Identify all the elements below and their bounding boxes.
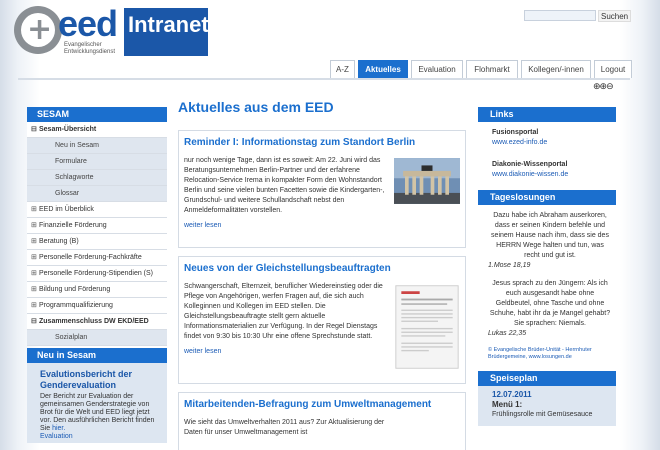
intranet-label: Intranet [124, 8, 209, 56]
sesam-subitem[interactable]: Neu in Sesam [27, 138, 167, 154]
tageslosungen-box: Dazu habe ich Abraham auserkoren, dass e… [478, 205, 616, 367]
expand-icon[interactable]: ⊞ [31, 234, 39, 250]
tab-logout[interactable]: Logout [594, 60, 632, 78]
page-title: Aktuelles aus dem EED [178, 99, 334, 115]
verse-reference: 1.Mose 18,19 [488, 262, 531, 269]
article-card: Reminder I: Informationstag zum Standort… [178, 130, 466, 248]
article-title[interactable]: Mitarbeitenden-Befragung zum Umweltmanag… [184, 398, 460, 412]
verse-reference: Lukas 22,35 [488, 330, 527, 337]
search-button[interactable]: Suchen [598, 10, 632, 22]
article-text: Schwangerschaft, Elternzeit, beruflicher… [184, 283, 383, 340]
sesam-nav-item[interactable]: ⊟ Sesam-Übersicht [27, 122, 167, 138]
sesam-nav-label: Finanzielle Förderung [39, 222, 107, 229]
tab-aktuelles[interactable]: Aktuelles [358, 60, 408, 78]
sesam-nav-item[interactable]: ⊞ Personelle Förderung-Stipendien (S) [27, 266, 167, 282]
link-title: Diakonie-Wissenportal [492, 161, 568, 168]
link-title: Fusionsportal [492, 129, 539, 136]
sesam-nav-item[interactable]: ⊞ Personelle Förderung-Fachkräfte [27, 250, 167, 266]
expand-icon[interactable]: ⊞ [31, 282, 39, 298]
header: + eed Evangelischer Entwicklungsdienst I… [0, 0, 660, 58]
main-content: Aktuelles aus dem EED Reminder I: Inform… [178, 98, 466, 450]
article-title[interactable]: Neues von der Gleichstellungsbeauftragte… [184, 262, 460, 276]
neu-item-text: Der Bericht zur Evaluation der gemeinsam… [40, 393, 161, 441]
logo-subtitle-line1: Evangelischer [64, 42, 102, 48]
zoom-icons[interactable]: ⊕⊕⊖ [593, 82, 614, 92]
expand-icon[interactable]: ⊞ [31, 298, 39, 314]
sesam-nav-label: EED im Überblick [39, 206, 94, 213]
expand-icon[interactable]: ⊞ [31, 202, 39, 218]
brandenburg-gate-image [394, 158, 460, 204]
article-card: Mitarbeitenden-Befragung zum Umweltmanag… [178, 392, 466, 450]
eed-logo[interactable]: + eed Evangelischer Entwicklungsdienst [14, 4, 124, 56]
link-url[interactable]: www.diakonie-wissen.de [492, 170, 616, 180]
speiseplan-menu: Menü 1: [492, 400, 523, 409]
logo-subtitle: Evangelischer Entwicklungsdienst [64, 42, 115, 56]
logo-text: eed [58, 3, 118, 44]
sesam-nav-label: Bildung und Förderung [39, 286, 111, 293]
collapse-icon[interactable]: ⊟ [31, 122, 39, 138]
daily-verse: Jesus sprach zu den Jüngern: Als ich euc… [489, 280, 611, 327]
sesam-title: SESAM [27, 107, 167, 122]
sesam-nav-label: Zusammenschluss DW EKD/EED [39, 318, 149, 325]
sesam-subitem[interactable]: Sozialplan [27, 330, 167, 346]
tab-evaluation[interactable]: Evaluation [411, 60, 463, 78]
sesam-nav-item[interactable]: ⊞ Programmqualifizierung [27, 298, 167, 314]
speiseplan-date: 12.07.2011 [492, 390, 532, 399]
brochure-image [395, 285, 459, 369]
sesam-nav-label: Personelle Förderung-Fachkräfte [39, 254, 142, 261]
sesam-nav-label: Personelle Förderung-Stipendien (S) [39, 270, 154, 277]
tageslosungen-title: Tageslosungen [478, 190, 616, 205]
sesam-nav-label: Beratung (B) [39, 238, 79, 245]
sesam-nav-item[interactable]: ⊟ Zusammenschluss DW EKD/EED [27, 314, 167, 330]
article-title[interactable]: Reminder I: Informationstag zum Standort… [184, 136, 460, 150]
tab-a-z[interactable]: A-Z [330, 60, 355, 78]
speiseplan-box: 12.07.2011 Menü 1: Frühlingsrolle mit Ge… [478, 386, 616, 426]
sesam-nav-item[interactable]: ⊞ Bildung und Förderung [27, 282, 167, 298]
article-text: Wie sieht das Umweltverhalten 2011 aus? … [184, 419, 385, 436]
article-card: Neues von der Gleichstellungsbeauftragte… [178, 256, 466, 384]
article-text: nur noch wenige Tage, dann ist es soweit… [184, 157, 385, 214]
speiseplan-dish: Frühlingsrolle mit Gemüsesauce [492, 411, 593, 418]
tab-kollegen[interactable]: Kollegen/-innen [521, 60, 591, 78]
tab-flohmarkt[interactable]: Flohmarkt [466, 60, 518, 78]
expand-icon[interactable]: ⊞ [31, 266, 39, 282]
neu-item-next[interactable]: Evaluation [40, 433, 73, 440]
logo-subtitle-line2: Entwicklungsdienst [64, 49, 116, 55]
expand-icon[interactable]: ⊞ [31, 250, 39, 266]
sesam-nav-item[interactable]: ⊞ Beratung (B) [27, 234, 167, 250]
neu-item-link[interactable]: hier. [52, 425, 65, 432]
collapse-icon[interactable]: ⊟ [31, 314, 39, 330]
read-more-link[interactable]: weiter lesen [184, 221, 388, 231]
left-sidebar: SESAM ⊟ Sesam-Übersicht Neu in Sesam Formul… [27, 107, 167, 443]
sesam-nav: ⊟ Sesam-Übersicht Neu in Sesam Formulare Sch… [27, 122, 167, 346]
sesam-nav-item[interactable]: ⊞ EED im Überblick [27, 202, 167, 218]
links-title: Links [478, 107, 616, 122]
sesam-nav-item[interactable]: ⊞ Finanzielle Förderung [27, 218, 167, 234]
link-url[interactable]: www.ezed-info.de [492, 138, 616, 148]
eed-plus-icon: + [14, 6, 62, 54]
neu-in-sesam-box: Evalutionsbericht der Genderevaluation D… [27, 363, 167, 443]
losungen-copyright[interactable]: © Evangelische Brüder-Unität - Herrnhute… [488, 347, 612, 361]
sesam-nav-label: Programmqualifizierung [39, 302, 113, 309]
daily-verse: Dazu habe ich Abraham auserkoren, dass e… [491, 212, 609, 259]
sesam-subitem[interactable]: Formulare [27, 154, 167, 170]
search-input[interactable] [524, 10, 596, 21]
expand-icon[interactable]: ⊞ [31, 218, 39, 234]
sesam-subitem[interactable]: Glossar [27, 186, 167, 202]
right-sidebar: Links Fusionsportal www.ezed-info.de Dia… [478, 107, 616, 426]
tab-divider [18, 78, 630, 80]
sesam-subitem[interactable]: Schlagworte [27, 170, 167, 186]
neu-in-sesam-title: Neu in Sesam [27, 348, 167, 363]
main-tabs: A-Z Aktuelles Evaluation Flohmarkt Kolle… [327, 60, 632, 78]
neu-item-title[interactable]: Evalutionsbericht der Genderevaluation [40, 369, 161, 391]
sesam-nav-label: Sesam-Übersicht [39, 126, 97, 133]
links-box: Fusionsportal www.ezed-info.de Diakonie-… [478, 122, 616, 190]
speiseplan-title: Speiseplan [478, 371, 616, 386]
read-more-link[interactable]: weiter lesen [184, 347, 388, 357]
